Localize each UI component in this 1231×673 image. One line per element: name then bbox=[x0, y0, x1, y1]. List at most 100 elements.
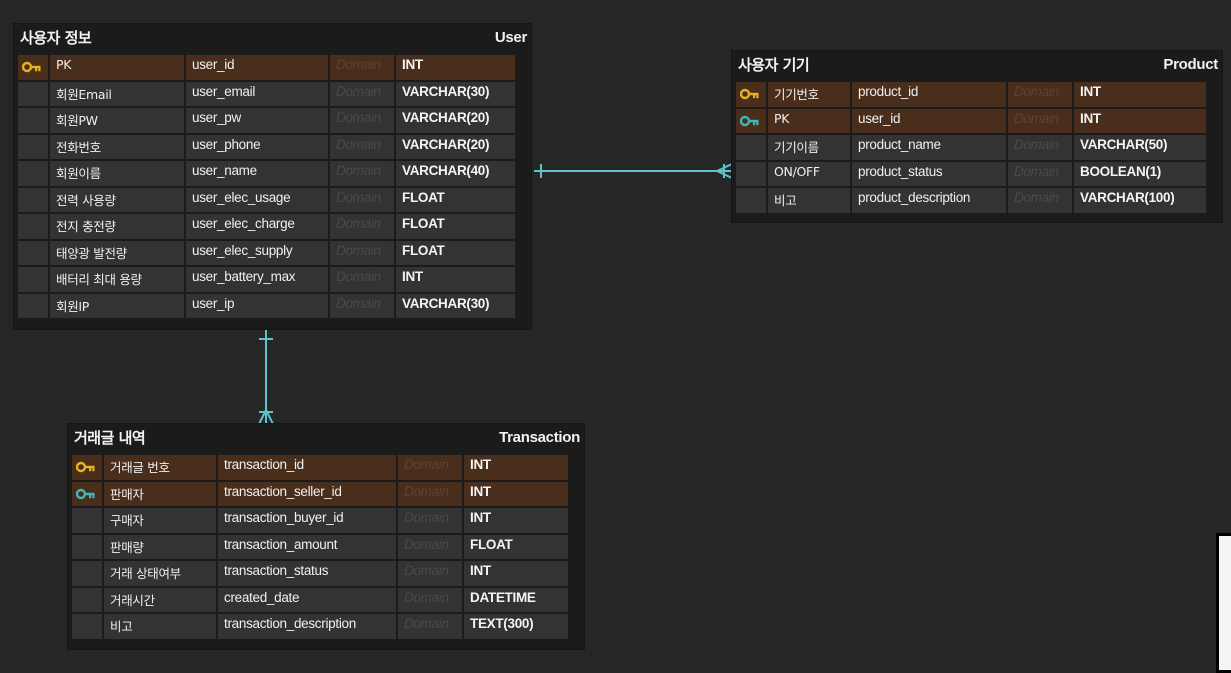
logical-name-cell: 전지 충전량 bbox=[50, 214, 184, 239]
data-type-cell: INT bbox=[1074, 108, 1206, 133]
attribute-row[interactable]: 비고 transaction_description Domain TEXT(300) bbox=[72, 614, 580, 639]
domain-cell: Domain bbox=[330, 293, 394, 318]
attribute-row[interactable]: PK user_id Domain INT bbox=[736, 108, 1218, 133]
logical-name-cell: 회원IP bbox=[50, 293, 184, 318]
data-type-cell: VARCHAR(50) bbox=[1074, 135, 1206, 160]
physical-name-cell: product_id bbox=[852, 82, 1006, 107]
entity-physical-name: Product bbox=[1163, 56, 1218, 73]
attribute-row[interactable]: 전화번호 user_phone Domain VARCHAR(20) bbox=[18, 134, 527, 159]
logical-name-cell: 거래시간 bbox=[104, 587, 216, 612]
key-cell bbox=[18, 293, 48, 318]
logical-name-cell: 거래글 번호 bbox=[104, 455, 216, 480]
data-type-cell: DATETIME bbox=[464, 587, 568, 612]
domain-cell: Domain bbox=[1008, 135, 1072, 160]
attribute-row[interactable]: 전지 충전량 user_elec_charge Domain FLOAT bbox=[18, 214, 527, 239]
entity-header: 사용자 정보 User bbox=[14, 24, 531, 52]
key-cell bbox=[72, 561, 102, 586]
attribute-row[interactable]: 회원이름 user_name Domain VARCHAR(40) bbox=[18, 161, 527, 186]
attribute-row[interactable]: 거래 상태여부 transaction_status Domain INT bbox=[72, 561, 580, 586]
data-type-cell: INT bbox=[396, 267, 515, 292]
key-cell bbox=[72, 614, 102, 639]
physical-name-cell: product_status bbox=[852, 161, 1006, 186]
data-type-cell: VARCHAR(30) bbox=[396, 293, 515, 318]
data-type-cell: VARCHAR(30) bbox=[396, 81, 515, 106]
pk-key-icon bbox=[22, 61, 42, 76]
physical-name-cell: user_pw bbox=[186, 108, 328, 133]
attribute-row[interactable]: ON/OFF product_status Domain BOOLEAN(1) bbox=[736, 161, 1218, 186]
attribute-row[interactable]: 전력 사용량 user_elec_usage Domain FLOAT bbox=[18, 187, 527, 212]
attribute-row[interactable]: 거래시간 created_date Domain DATETIME bbox=[72, 587, 580, 612]
key-cell bbox=[18, 187, 48, 212]
attribute-row[interactable]: 회원IP user_ip Domain VARCHAR(30) bbox=[18, 293, 527, 318]
domain-cell: Domain bbox=[330, 81, 394, 106]
key-cell bbox=[72, 587, 102, 612]
domain-cell: Domain bbox=[398, 534, 462, 559]
attribute-row[interactable]: 회원Email user_email Domain VARCHAR(30) bbox=[18, 81, 527, 106]
key-cell bbox=[18, 81, 48, 106]
attribute-row[interactable]: 배터리 최대 용량 user_battery_max Domain INT bbox=[18, 267, 527, 292]
data-type-cell: VARCHAR(20) bbox=[396, 108, 515, 133]
physical-name-cell: user_elec_charge bbox=[186, 214, 328, 239]
logical-name-cell: PK bbox=[768, 108, 850, 133]
attribute-row[interactable]: 판매량 transaction_amount Domain FLOAT bbox=[72, 534, 580, 559]
logical-name-cell: 회원Email bbox=[50, 81, 184, 106]
domain-cell: Domain bbox=[398, 508, 462, 533]
attribute-row[interactable]: 비고 product_description Domain VARCHAR(100) bbox=[736, 188, 1218, 213]
physical-name-cell: transaction_amount bbox=[218, 534, 396, 559]
domain-cell: Domain bbox=[330, 240, 394, 265]
pk-key-icon bbox=[76, 461, 96, 476]
data-type-cell: VARCHAR(40) bbox=[396, 161, 515, 186]
key-cell bbox=[72, 481, 102, 506]
key-cell bbox=[18, 161, 48, 186]
pk-key-icon bbox=[740, 88, 760, 103]
entity-transaction[interactable]: 거래글 내역 Transaction 거래글 번호 transaction_id D… bbox=[68, 424, 584, 649]
data-type-cell: VARCHAR(100) bbox=[1074, 188, 1206, 213]
physical-name-cell: user_id bbox=[852, 108, 1006, 133]
data-type-cell: BOOLEAN(1) bbox=[1074, 161, 1206, 186]
physical-name-cell: transaction_buyer_id bbox=[218, 508, 396, 533]
attribute-row[interactable]: 구매자 transaction_buyer_id Domain INT bbox=[72, 508, 580, 533]
data-type-cell: INT bbox=[464, 481, 568, 506]
domain-cell: Domain bbox=[330, 214, 394, 239]
attribute-list: PK user_id Domain INT 회원Email user_email Domai… bbox=[14, 52, 531, 324]
attribute-row[interactable]: 판매자 transaction_seller_id Domain INT bbox=[72, 481, 580, 506]
data-type-cell: TEXT(300) bbox=[464, 614, 568, 639]
logical-name-cell: 전력 사용량 bbox=[50, 187, 184, 212]
entity-user[interactable]: 사용자 정보 User PK user_id Domain INT 회원Email use… bbox=[14, 24, 531, 329]
physical-name-cell: user_id bbox=[186, 55, 328, 80]
domain-cell: Domain bbox=[330, 55, 394, 80]
user-transaction-relationship bbox=[258, 330, 274, 425]
logical-name-cell: 판매량 bbox=[104, 534, 216, 559]
domain-cell: Domain bbox=[330, 134, 394, 159]
entity-logical-name: 사용자 기기 bbox=[738, 56, 810, 74]
logical-name-cell: 회원PW bbox=[50, 108, 184, 133]
data-type-cell: FLOAT bbox=[396, 187, 515, 212]
attribute-list: 거래글 번호 transaction_id Domain INT 판매자 transact… bbox=[68, 452, 584, 645]
attribute-row[interactable]: PK user_id Domain INT bbox=[18, 55, 527, 80]
entity-header: 사용자 기기 Product bbox=[732, 51, 1222, 79]
domain-cell: Domain bbox=[330, 267, 394, 292]
attribute-row[interactable]: 기기번호 product_id Domain INT bbox=[736, 82, 1218, 107]
key-cell bbox=[736, 188, 766, 213]
attribute-row[interactable]: 회원PW user_pw Domain VARCHAR(20) bbox=[18, 108, 527, 133]
attribute-row[interactable]: 태양광 발전량 user_elec_supply Domain FLOAT bbox=[18, 240, 527, 265]
data-type-cell: INT bbox=[464, 561, 568, 586]
data-type-cell: VARCHAR(20) bbox=[396, 134, 515, 159]
physical-name-cell: product_name bbox=[852, 135, 1006, 160]
entity-product[interactable]: 사용자 기기 Product 기기번호 product_id Domain INT PK… bbox=[732, 51, 1222, 222]
domain-cell: Domain bbox=[330, 161, 394, 186]
key-cell bbox=[72, 508, 102, 533]
data-type-cell: FLOAT bbox=[464, 534, 568, 559]
key-cell bbox=[736, 108, 766, 133]
domain-cell: Domain bbox=[398, 587, 462, 612]
domain-cell: Domain bbox=[1008, 108, 1072, 133]
logical-name-cell: 배터리 최대 용량 bbox=[50, 267, 184, 292]
attribute-row[interactable]: 거래글 번호 transaction_id Domain INT bbox=[72, 455, 580, 480]
data-type-cell: INT bbox=[464, 455, 568, 480]
entity-logical-name: 거래글 내역 bbox=[74, 429, 146, 447]
logical-name-cell: 판매자 bbox=[104, 481, 216, 506]
data-type-cell: INT bbox=[464, 508, 568, 533]
attribute-row[interactable]: 기기이름 product_name Domain VARCHAR(50) bbox=[736, 135, 1218, 160]
physical-name-cell: user_ip bbox=[186, 293, 328, 318]
logical-name-cell: 구매자 bbox=[104, 508, 216, 533]
